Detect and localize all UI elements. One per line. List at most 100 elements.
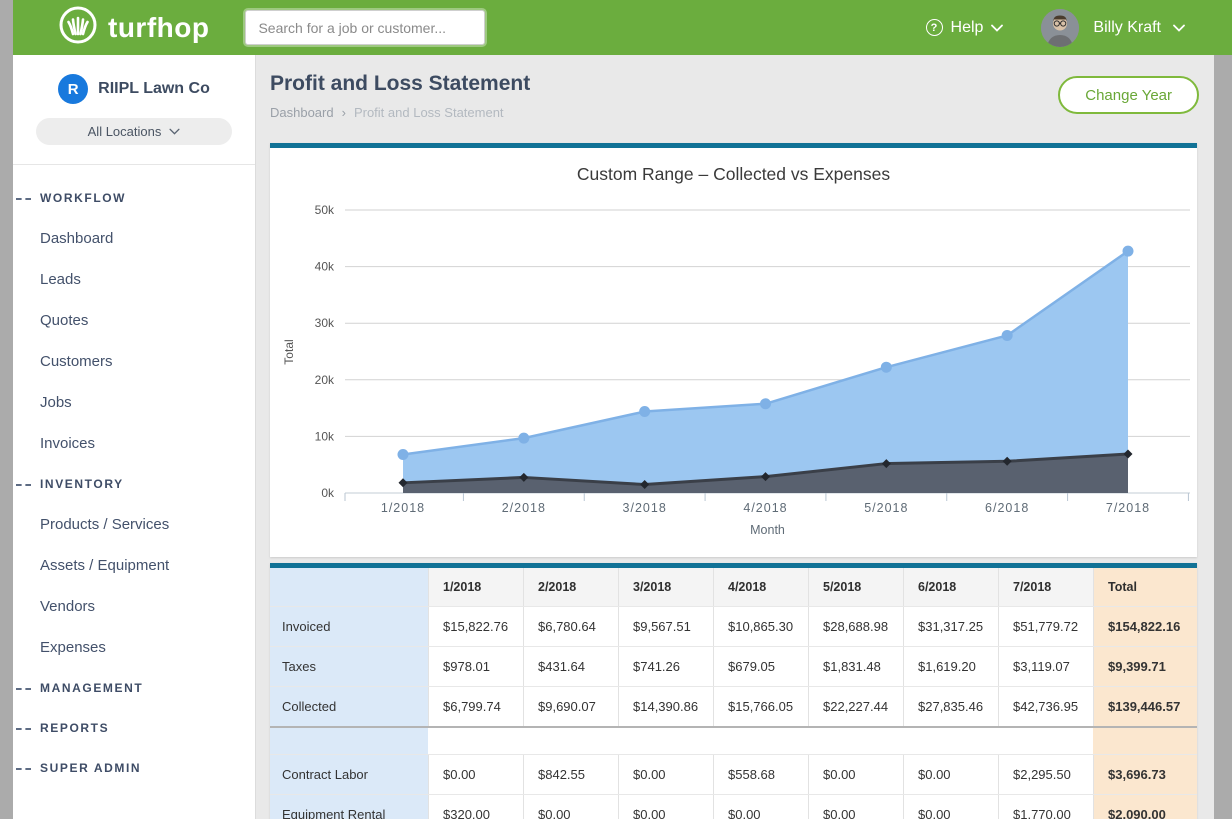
table-total-cell bbox=[1093, 728, 1197, 754]
table-cell: $9,567.51 bbox=[618, 607, 713, 646]
table-cell bbox=[713, 728, 808, 754]
topbar: turfhop ? Help bbox=[0, 0, 1232, 55]
table-cell: $14,390.86 bbox=[618, 687, 713, 726]
table-total-cell: $9,399.71 bbox=[1093, 647, 1197, 686]
table-corner-cell bbox=[270, 568, 428, 606]
table-row-label: Taxes bbox=[270, 647, 428, 686]
table-row-label: Contract Labor bbox=[270, 755, 428, 794]
table-cell: $31,317.25 bbox=[903, 607, 998, 646]
sidebar-item-invoices[interactable]: Invoices bbox=[13, 423, 255, 464]
collected-point bbox=[760, 398, 771, 409]
collected-point bbox=[398, 449, 409, 460]
table-cell: $741.26 bbox=[618, 647, 713, 686]
location-selector[interactable]: All Locations bbox=[36, 118, 232, 145]
breadcrumb-dashboard[interactable]: Dashboard bbox=[270, 105, 334, 120]
sidebar-item-dashboard[interactable]: Dashboard bbox=[13, 218, 255, 259]
sidebar-item-leads[interactable]: Leads bbox=[13, 259, 255, 300]
table-row-label: Collected bbox=[270, 687, 428, 726]
y-axis-tick-label: 50k bbox=[315, 203, 335, 217]
sidebar-section-workflow[interactable]: WORKFLOW bbox=[13, 178, 255, 218]
table-cell: $0.00 bbox=[808, 795, 903, 819]
x-axis-tick-label: 6/2018 bbox=[985, 501, 1029, 515]
help-menu[interactable]: ? Help bbox=[926, 19, 1004, 37]
table-cell: $15,766.05 bbox=[713, 687, 808, 726]
table-row: Equipment Rental$320.00$0.00$0.00$0.00$0… bbox=[270, 794, 1197, 819]
breadcrumb-separator-icon: › bbox=[342, 105, 346, 120]
change-year-button[interactable]: Change Year bbox=[1058, 76, 1199, 114]
table-cell: $0.00 bbox=[713, 795, 808, 819]
left-scrollbar-track[interactable] bbox=[0, 0, 13, 819]
sidebar-item-vendors[interactable]: Vendors bbox=[13, 586, 255, 627]
x-axis-tick-label: 2/2018 bbox=[502, 501, 546, 515]
table-column-header: 5/2018 bbox=[808, 568, 903, 606]
sidebar-item-jobs[interactable]: Jobs bbox=[13, 382, 255, 423]
table-cell: $6,799.74 bbox=[428, 687, 523, 726]
sidebar-divider bbox=[13, 164, 255, 165]
table-cell: $28,688.98 bbox=[808, 607, 903, 646]
table-cell: $3,119.07 bbox=[998, 647, 1093, 686]
x-axis-title: Month bbox=[750, 523, 785, 537]
y-axis-tick-label: 30k bbox=[315, 316, 335, 330]
table-cell bbox=[428, 728, 523, 754]
section-label: MANAGEMENT bbox=[40, 681, 143, 695]
right-scrollbar-track[interactable] bbox=[1214, 55, 1232, 819]
sidebar-item-quotes[interactable]: Quotes bbox=[13, 300, 255, 341]
user-menu[interactable]: Billy Kraft bbox=[1093, 19, 1185, 37]
table-cell: $15,822.76 bbox=[428, 607, 523, 646]
help-label: Help bbox=[951, 19, 984, 37]
section-dash-icon bbox=[16, 768, 31, 770]
y-axis-tick-label: 40k bbox=[315, 260, 335, 274]
sidebar-item-assets-equipment[interactable]: Assets / Equipment bbox=[13, 545, 255, 586]
table-cell: $320.00 bbox=[428, 795, 523, 819]
table-cell: $2,295.50 bbox=[998, 755, 1093, 794]
y-axis-title: Total bbox=[282, 339, 296, 364]
table-column-header: 3/2018 bbox=[618, 568, 713, 606]
table-total-cell: $2,090.00 bbox=[1093, 795, 1197, 819]
table-column-header: 1/2018 bbox=[428, 568, 523, 606]
sidebar-nav: WORKFLOWDashboardLeadsQuotesCustomersJob… bbox=[13, 178, 255, 788]
table-cell: $42,736.95 bbox=[998, 687, 1093, 726]
table-cell: $27,835.46 bbox=[903, 687, 998, 726]
sidebar-section-reports[interactable]: REPORTS bbox=[13, 708, 255, 748]
breadcrumb-current: Profit and Loss Statement bbox=[354, 105, 504, 120]
table-row-label: Equipment Rental bbox=[270, 795, 428, 819]
table-spacer-row bbox=[270, 728, 1197, 754]
user-avatar[interactable] bbox=[1041, 9, 1079, 47]
table-cell: $0.00 bbox=[618, 755, 713, 794]
table-row-label: Invoiced bbox=[270, 607, 428, 646]
table-cell: $1,831.48 bbox=[808, 647, 903, 686]
main-content: Profit and Loss Statement Dashboard › Pr… bbox=[256, 55, 1214, 819]
table-column-header: 7/2018 bbox=[998, 568, 1093, 606]
collected-area bbox=[403, 251, 1128, 493]
table-cell: $0.00 bbox=[523, 795, 618, 819]
location-selector-label: All Locations bbox=[88, 124, 162, 139]
sidebar-section-management[interactable]: MANAGEMENT bbox=[13, 668, 255, 708]
table-cell: $51,779.72 bbox=[998, 607, 1093, 646]
sidebar-item-products-services[interactable]: Products / Services bbox=[13, 504, 255, 545]
table-cell: $1,619.20 bbox=[903, 647, 998, 686]
pl-table: 1/20182/20183/20184/20185/20186/20187/20… bbox=[270, 568, 1197, 819]
table-row: Contract Labor$0.00$842.55$0.00$558.68$0… bbox=[270, 754, 1197, 794]
sidebar-section-inventory[interactable]: INVENTORY bbox=[13, 464, 255, 504]
section-dash-icon bbox=[16, 198, 31, 200]
table-column-header: Total bbox=[1093, 568, 1197, 606]
logo-text: turfhop bbox=[108, 12, 209, 44]
sidebar-item-customers[interactable]: Customers bbox=[13, 341, 255, 382]
company-name: RIIPL Lawn Co bbox=[98, 80, 210, 98]
chevron-down-icon bbox=[169, 128, 180, 135]
search-input[interactable] bbox=[245, 10, 485, 45]
chevron-down-icon bbox=[991, 24, 1003, 32]
sidebar-item-expenses[interactable]: Expenses bbox=[13, 627, 255, 668]
table-cell: $978.01 bbox=[428, 647, 523, 686]
table-total-cell: $139,446.57 bbox=[1093, 687, 1197, 726]
sidebar-section-super-admin[interactable]: SUPER ADMIN bbox=[13, 748, 255, 788]
table-cell bbox=[523, 728, 618, 754]
app-logo[interactable]: turfhop bbox=[58, 5, 209, 50]
section-label: INVENTORY bbox=[40, 477, 124, 491]
table-row-label bbox=[270, 728, 428, 754]
table-cell: $6,780.64 bbox=[523, 607, 618, 646]
collected-point bbox=[1002, 330, 1013, 341]
section-dash-icon bbox=[16, 728, 31, 730]
x-axis-tick-label: 3/2018 bbox=[623, 501, 667, 515]
section-dash-icon bbox=[16, 688, 31, 690]
